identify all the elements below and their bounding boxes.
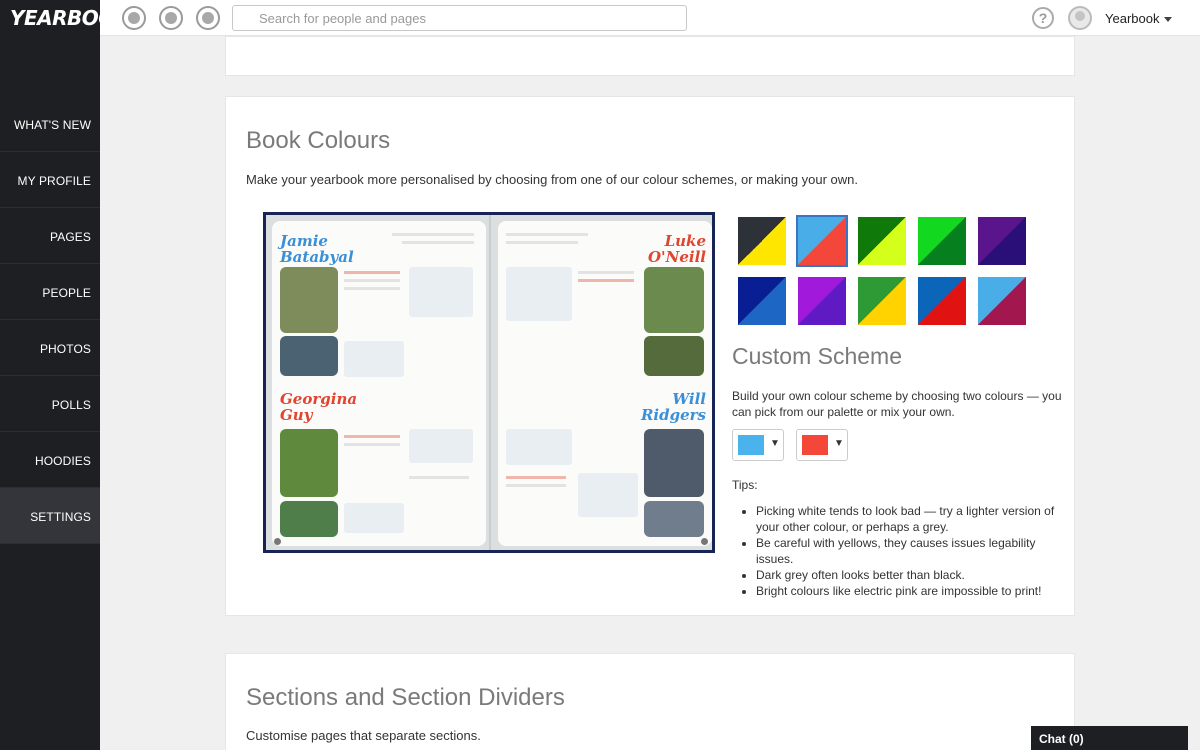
preview-photo (280, 336, 338, 376)
yearbook-preview: Jamie Batabyal Georgina Guy Luke O'Neill (263, 212, 715, 553)
preview-photo (280, 267, 338, 333)
preview-text-box (344, 503, 404, 533)
sidebar-item-whats-new[interactable]: WHAT'S NEW (0, 96, 100, 152)
preview-right-page: Luke O'Neill Will Ridgers (498, 221, 712, 546)
dropdown-arrow-icon: ▼ (770, 438, 780, 449)
colour-two-picker[interactable]: ▼ (796, 429, 848, 461)
custom-scheme-title: Custom Scheme (732, 343, 903, 369)
tips-title: Tips: (732, 478, 758, 492)
preview-photo (644, 429, 704, 497)
colour-two-chip (802, 435, 828, 455)
preview-text-line (506, 241, 578, 244)
preview-text-box (409, 267, 473, 317)
preview-name-will: Will Ridgers (640, 390, 706, 424)
sections-intro: Customise pages that separate sections. (246, 728, 481, 743)
colour-scheme-swatch[interactable] (978, 217, 1026, 265)
chat-button[interactable]: Chat (0) (1031, 726, 1188, 750)
preview-text-box (578, 473, 638, 517)
preview-text-line (578, 279, 634, 282)
book-colours-card: Book Colours Make your yearbook more per… (225, 96, 1075, 616)
friend-requests-icon[interactable] (159, 6, 183, 30)
preview-photo (644, 336, 704, 376)
preview-text-line (344, 443, 400, 446)
preview-photo (280, 501, 338, 537)
sections-card: Sections and Section Dividers Customise … (225, 653, 1075, 750)
sidebar-item-settings[interactable]: SETTINGS (0, 488, 100, 544)
preview-photo (280, 429, 338, 497)
search-input[interactable] (232, 5, 687, 31)
preview-text-box (506, 429, 572, 465)
colour-scheme-swatch[interactable] (918, 277, 966, 325)
sections-title: Sections and Section Dividers (246, 684, 565, 711)
preview-text-line (578, 271, 634, 274)
tip-item: Bright colours like electric pink are im… (756, 583, 1066, 599)
preview-text-line (392, 233, 474, 236)
help-icon[interactable]: ? (1032, 7, 1054, 29)
colour-scheme-swatch[interactable] (798, 277, 846, 325)
colour-scheme-swatch[interactable] (858, 217, 906, 265)
sidebar: WHAT'S NEW MY PROFILE PAGES PEOPLE PHOTO… (0, 36, 100, 750)
preview-left-page: Jamie Batabyal Georgina Guy (272, 221, 486, 546)
dropdown-arrow-icon: ▼ (834, 438, 844, 449)
preview-text-line (402, 241, 474, 244)
custom-scheme-description: Build your own colour scheme by choosing… (732, 389, 1062, 419)
preview-text-line (506, 233, 588, 236)
preview-name-georgina: Georgina Guy (280, 390, 358, 424)
preview-text-line (344, 435, 400, 438)
tips-list: Picking white tends to look bad — try a … (756, 503, 1066, 599)
tip-item: Be careful with yellows, they causes iss… (756, 535, 1066, 567)
colour-scheme-swatch[interactable] (978, 277, 1026, 325)
colour-scheme-swatch[interactable] (918, 217, 966, 265)
prev-page-icon[interactable] (274, 538, 281, 545)
tip-item: Picking white tends to look bad — try a … (756, 503, 1066, 535)
user-menu-name[interactable]: Yearbook (1105, 11, 1159, 26)
preview-text-line (344, 279, 400, 282)
user-avatar[interactable] (1068, 6, 1092, 30)
preview-name-luke: Luke O'Neill (647, 232, 706, 266)
tip-item: Dark grey often looks better than black. (756, 567, 1066, 583)
preview-text-box (506, 267, 572, 321)
sidebar-item-people[interactable]: PEOPLE (0, 264, 100, 320)
sidebar-item-photos[interactable]: PHOTOS (0, 320, 100, 376)
colour-one-chip (738, 435, 764, 455)
preview-text-box (344, 341, 404, 377)
preview-text-line (344, 287, 400, 290)
colour-scheme-swatch[interactable] (796, 215, 848, 267)
yearbook-logo[interactable]: YEARBOOK (0, 0, 130, 36)
colour-one-picker[interactable]: ▼ (732, 429, 784, 461)
preview-text-line (506, 484, 566, 487)
next-page-icon[interactable] (701, 538, 708, 545)
book-colours-title: Book Colours (246, 127, 391, 154)
top-bar: YEARBOOK ? Yearbook (0, 0, 1200, 36)
colour-scheme-swatch[interactable] (738, 217, 786, 265)
sidebar-item-polls[interactable]: POLLS (0, 376, 100, 432)
previous-settings-card (225, 36, 1075, 76)
preview-name-jamie: Jamie Batabyal (280, 232, 354, 266)
book-colours-intro: Make your yearbook more personalised by … (246, 172, 859, 187)
preview-text-box (409, 429, 473, 463)
colour-scheme-swatch[interactable] (858, 277, 906, 325)
colour-scheme-swatch[interactable] (738, 277, 786, 325)
sidebar-item-pages[interactable]: PAGES (0, 208, 100, 264)
preview-text-line (506, 476, 566, 479)
messages-icon[interactable] (196, 6, 220, 30)
preview-text-line (344, 271, 400, 274)
preview-photo (644, 501, 704, 537)
notifications-icon[interactable] (122, 6, 146, 30)
chevron-down-icon[interactable] (1164, 17, 1172, 22)
sidebar-item-hoodies[interactable]: HOODIES (0, 432, 100, 488)
book-spine (489, 215, 491, 550)
preview-text-line (409, 476, 469, 479)
preview-photo (644, 267, 704, 333)
sidebar-item-my-profile[interactable]: MY PROFILE (0, 152, 100, 208)
